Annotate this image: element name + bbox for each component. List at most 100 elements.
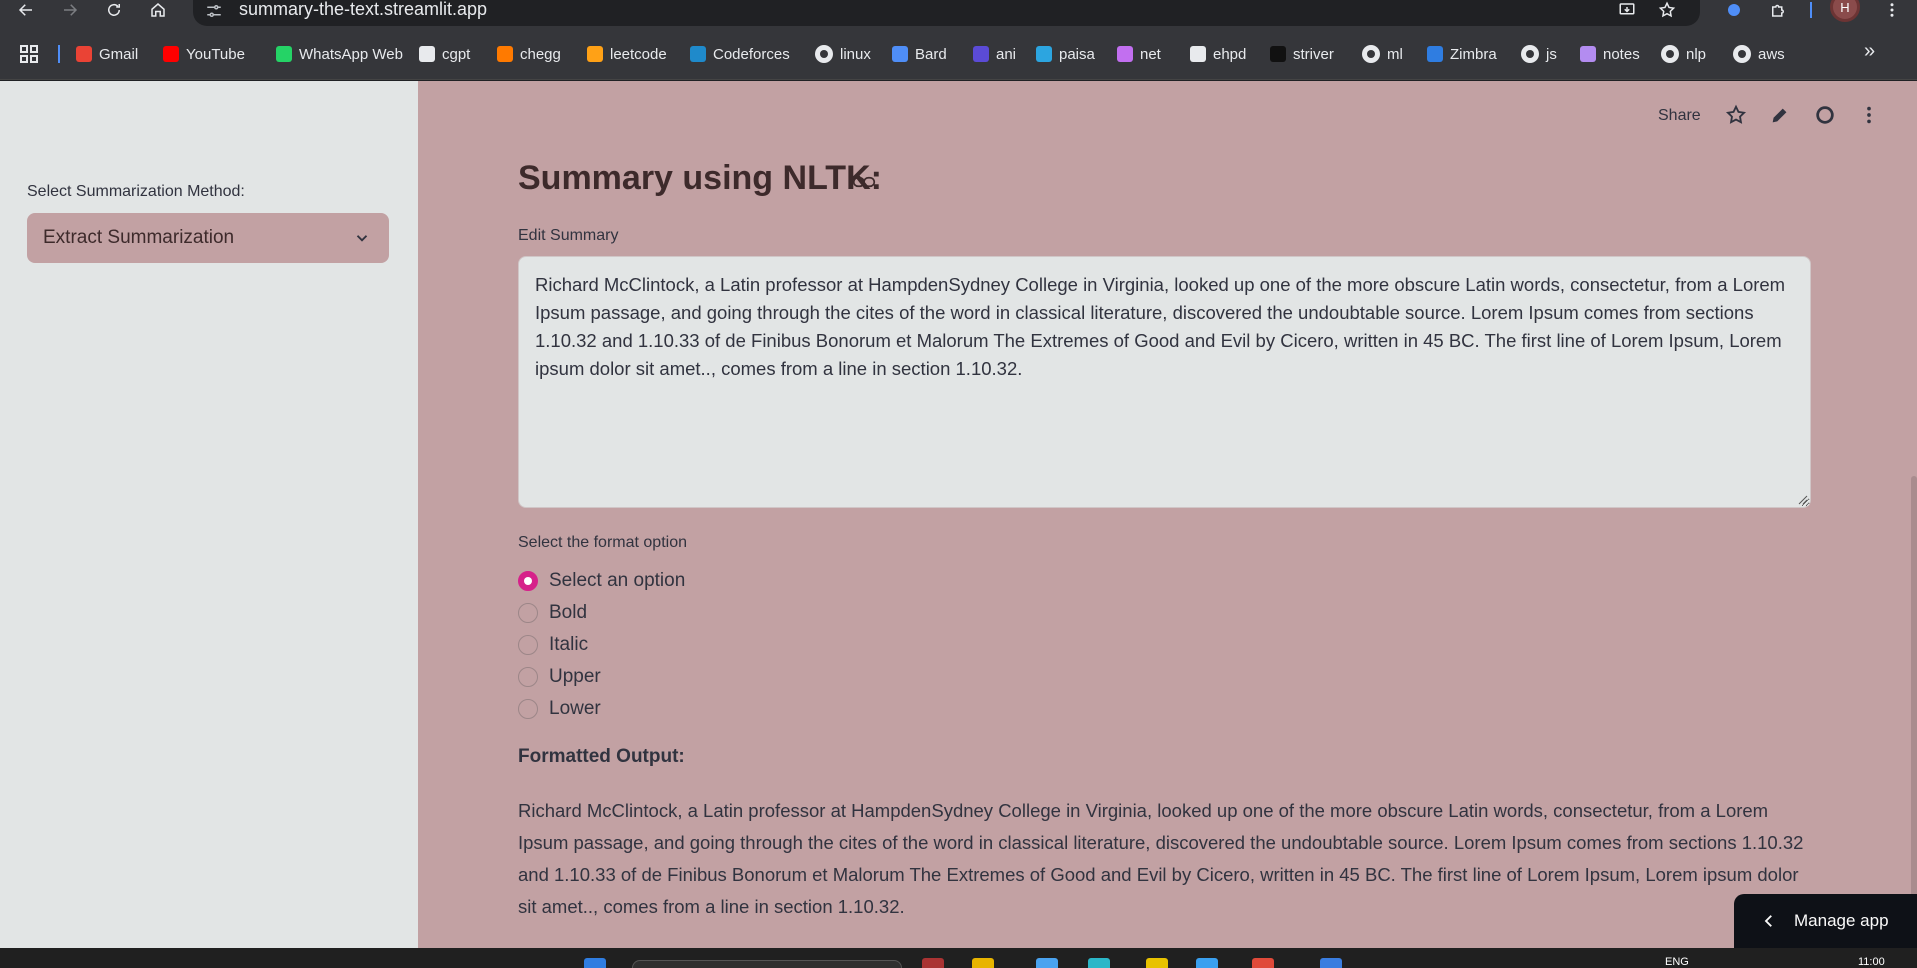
kebab-menu-icon: [1867, 106, 1871, 124]
radio-label: Select an option: [549, 570, 686, 591]
arrow-left-icon: [18, 4, 32, 16]
format-option-italic[interactable]: Italic: [518, 632, 588, 658]
link-icon[interactable]: [852, 173, 876, 191]
radio-label: Lower: [549, 698, 601, 719]
install-app-button[interactable]: [1615, 0, 1639, 20]
scrollbar-thumb[interactable]: [1911, 476, 1917, 951]
bookmark-label: ani: [996, 45, 1017, 63]
bookmark-youtube[interactable]: YouTube: [163, 43, 245, 65]
star-icon: [1658, 1, 1676, 18]
bookmark-aws[interactable]: aws: [1733, 43, 1785, 65]
tuf-icon: [1270, 46, 1286, 62]
bookmark-label: paisa: [1059, 45, 1095, 63]
bookmark-notes[interactable]: notes: [1580, 43, 1640, 65]
taskbar-app-icon[interactable]: [1196, 958, 1218, 968]
toolbar-divider: [1810, 2, 1812, 18]
bookmark-net[interactable]: net: [1117, 43, 1161, 65]
format-option-upper[interactable]: Upper: [518, 664, 601, 690]
ehpd-icon: [1190, 46, 1206, 62]
format-option-bold[interactable]: Bold: [518, 600, 587, 626]
bookmark-label: notes: [1603, 45, 1640, 63]
bookmark-gmail[interactable]: Gmail: [76, 43, 138, 65]
kebab-menu-icon: [1890, 3, 1894, 17]
browser-menu-button[interactable]: [1880, 0, 1904, 20]
method-select-value: Extract Summarization: [43, 227, 235, 248]
extensions-menu-button[interactable]: [1766, 0, 1790, 20]
share-button[interactable]: Share: [1658, 107, 1701, 125]
install-icon: [1619, 3, 1635, 15]
radio-label: Italic: [549, 634, 589, 655]
bookmark-zimbra[interactable]: Zimbra: [1427, 43, 1497, 65]
home-button[interactable]: [144, 0, 172, 20]
leetcode-icon: [587, 46, 603, 62]
windows-start-icon[interactable]: [584, 958, 606, 968]
chevron-down-icon: [356, 235, 368, 242]
address-bar[interactable]: summary-the-text.streamlit.app: [193, 0, 1700, 26]
bookmark-label: chegg: [520, 45, 561, 63]
app-menu-button[interactable]: [1857, 103, 1881, 127]
chegg-icon: [497, 46, 513, 62]
bookmark-whatsapp-web[interactable]: WhatsApp Web: [276, 43, 403, 65]
method-select[interactable]: Extract Summarization: [27, 213, 389, 263]
bookmark-js[interactable]: js: [1521, 43, 1557, 65]
summary-textarea[interactable]: Richard McClintock, a Latin professor at…: [518, 256, 1811, 508]
reload-button[interactable]: [100, 0, 128, 20]
bookmark-ml[interactable]: ml: [1362, 43, 1403, 65]
site-settings-icon[interactable]: [205, 2, 223, 20]
radio-button[interactable]: [518, 667, 538, 687]
format-option-select-an-option[interactable]: Select an option: [518, 568, 685, 594]
profile-avatar[interactable]: H: [1830, 0, 1860, 22]
radio-button[interactable]: [518, 571, 538, 591]
manage-app-button[interactable]: Manage app: [1734, 894, 1917, 948]
bookmark-striver[interactable]: striver: [1270, 43, 1334, 65]
bookmark-ehpd[interactable]: ehpd: [1190, 43, 1246, 65]
page-title: Summary using NLTK:: [518, 159, 882, 197]
radio-button[interactable]: [518, 635, 538, 655]
bookmarks-bar: Gmail YouTube WhatsApp Web cgpt chegg leetcod…: [0, 26, 1917, 80]
radio-button[interactable]: [518, 699, 538, 719]
extension-button[interactable]: [1722, 0, 1746, 20]
taskbar-app-icon[interactable]: [1146, 958, 1168, 968]
whatsapp-icon: [276, 46, 292, 62]
github-button[interactable]: [1813, 103, 1837, 127]
apps-button[interactable]: [20, 43, 38, 65]
radio-button[interactable]: [518, 603, 538, 623]
language-indicator[interactable]: ENG: [1665, 956, 1689, 968]
bookmark-chegg[interactable]: chegg: [497, 43, 561, 65]
favorite-button[interactable]: [1724, 103, 1748, 127]
taskbar-store-icon[interactable]: [1036, 958, 1058, 968]
taskbar-app-icon[interactable]: [922, 958, 944, 968]
taskbar-edge-icon[interactable]: [1088, 958, 1110, 968]
pencil-icon: [1772, 108, 1787, 123]
taskbar-search[interactable]: [632, 960, 902, 968]
forward-button[interactable]: [56, 0, 84, 20]
bookmark-leetcode[interactable]: leetcode: [587, 43, 667, 65]
bookmark-nlp[interactable]: nlp: [1661, 43, 1706, 65]
bookmark-star-button[interactable]: [1655, 0, 1679, 20]
bookmark-codeforces[interactable]: Codeforces: [690, 43, 790, 65]
edit-app-button[interactable]: [1768, 103, 1792, 127]
format-option-lower[interactable]: Lower: [518, 696, 601, 722]
zimbra-icon: [1427, 46, 1443, 62]
bookmark-cgpt[interactable]: cgpt: [419, 43, 470, 65]
taskbar-chrome-icon[interactable]: [1252, 958, 1274, 968]
taskbar-folder-icon[interactable]: [972, 958, 994, 968]
bookmark-label: Codeforces: [713, 45, 790, 63]
bookmark-paisa[interactable]: paisa: [1036, 43, 1095, 65]
notes-icon: [1580, 46, 1596, 62]
arrow-right-icon: [64, 4, 78, 16]
back-button[interactable]: [12, 0, 40, 20]
chatgpt-icon: [419, 46, 435, 62]
bookmark-linux[interactable]: linux: [815, 43, 871, 65]
resize-handle-icon[interactable]: [1798, 495, 1808, 505]
youtube-icon: [163, 46, 179, 62]
edit-summary-label: Edit Summary: [518, 227, 619, 244]
bookmark-label: ehpd: [1213, 45, 1247, 63]
clock[interactable]: 11:00: [1858, 956, 1885, 968]
bookmark-bard[interactable]: Bard: [892, 43, 947, 65]
taskbar-vscode-icon[interactable]: [1320, 958, 1342, 968]
bookmarks-overflow-button[interactable]: »: [1864, 40, 1875, 62]
bookmark-label: ml: [1387, 45, 1403, 63]
github-icon: [1362, 45, 1380, 63]
bookmark-ani[interactable]: ani: [973, 43, 1016, 65]
